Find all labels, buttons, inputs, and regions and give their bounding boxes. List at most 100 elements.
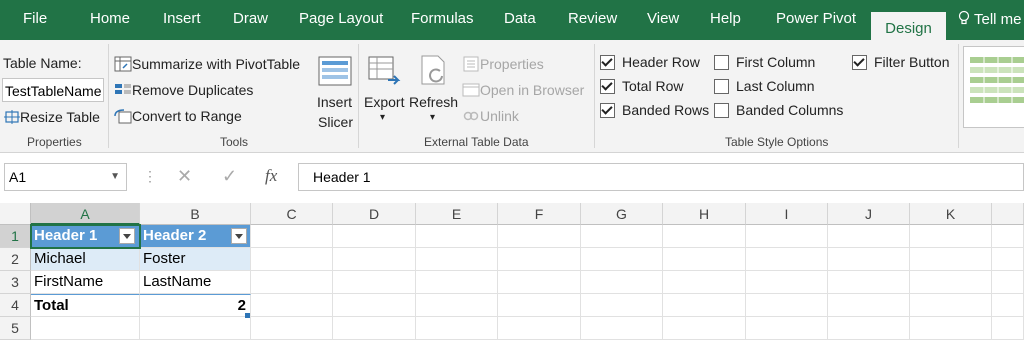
insert-slicer-icon[interactable]: [318, 56, 352, 86]
empty-cell[interactable]: [992, 225, 1024, 248]
tab-help[interactable]: Help: [710, 10, 741, 27]
export-dropdown-icon[interactable]: ▾: [380, 112, 385, 123]
empty-cell[interactable]: [251, 271, 333, 294]
empty-cell[interactable]: [746, 225, 828, 248]
properties-button[interactable]: Properties: [462, 56, 544, 72]
filter-dropdown-icon[interactable]: [119, 228, 135, 244]
empty-cell[interactable]: [746, 271, 828, 294]
row-header-4[interactable]: 4: [0, 294, 31, 317]
banded-columns-checkbox[interactable]: [714, 103, 729, 118]
empty-cell[interactable]: [333, 248, 416, 271]
empty-cell[interactable]: [828, 248, 910, 271]
empty-cell[interactable]: [333, 225, 416, 248]
table-name-input[interactable]: TestTableName: [2, 78, 104, 102]
empty-cell[interactable]: [581, 317, 663, 340]
export-button[interactable]: Export: [364, 94, 404, 110]
empty-cell[interactable]: [910, 225, 992, 248]
insert-slicer-label-1[interactable]: Insert: [317, 94, 352, 110]
row-header-3[interactable]: 3: [0, 271, 31, 294]
empty-cell[interactable]: [746, 248, 828, 271]
empty-cell[interactable]: [910, 317, 992, 340]
tab-design[interactable]: Design: [871, 12, 946, 40]
empty-cell[interactable]: [251, 317, 333, 340]
empty-cell[interactable]: [992, 248, 1024, 271]
tab-home[interactable]: Home: [90, 10, 130, 27]
empty-cell[interactable]: [663, 225, 746, 248]
column-header-k[interactable]: K: [910, 203, 992, 225]
table-cell[interactable]: Michael: [31, 248, 140, 271]
empty-cell[interactable]: [251, 294, 333, 317]
empty-cell[interactable]: [581, 225, 663, 248]
summarize-pivot-button[interactable]: Summarize with PivotTable: [114, 56, 300, 72]
tab-view[interactable]: View: [647, 10, 679, 27]
insert-function-button[interactable]: fx: [265, 166, 277, 186]
column-header-f[interactable]: F: [498, 203, 581, 225]
row-header-2[interactable]: 2: [0, 248, 31, 271]
empty-cell[interactable]: [663, 248, 746, 271]
enter-check-icon[interactable]: ✓: [222, 166, 237, 187]
insert-slicer-label-2[interactable]: Slicer: [318, 114, 353, 130]
table-header-cell[interactable]: Header 1: [31, 225, 140, 248]
empty-cell[interactable]: [416, 271, 498, 294]
refresh-dropdown-icon[interactable]: ▾: [430, 112, 435, 123]
empty-cell[interactable]: [581, 248, 663, 271]
column-header-j[interactable]: J: [828, 203, 910, 225]
empty-cell[interactable]: [416, 317, 498, 340]
empty-cell[interactable]: [416, 294, 498, 317]
table-styles-gallery[interactable]: [963, 46, 1024, 128]
total-row-value-cell[interactable]: 2: [140, 294, 251, 317]
empty-cell[interactable]: [31, 317, 140, 340]
total-row-label-cell[interactable]: Total: [31, 294, 140, 317]
tab-power-pivot[interactable]: Power Pivot: [776, 10, 856, 27]
empty-cell[interactable]: [746, 317, 828, 340]
column-header-e[interactable]: E: [416, 203, 498, 225]
empty-cell[interactable]: [333, 271, 416, 294]
total-row-label[interactable]: Total Row: [622, 78, 683, 94]
first-column-label[interactable]: First Column: [736, 54, 815, 70]
open-in-browser-button[interactable]: Open in Browser: [462, 82, 584, 98]
name-box[interactable]: A1 ▼: [4, 163, 127, 191]
more-options-icon[interactable]: ⋮: [143, 168, 157, 185]
refresh-button[interactable]: Refresh: [409, 94, 458, 110]
cancel-icon[interactable]: ✕: [177, 166, 192, 187]
tab-review[interactable]: Review: [568, 10, 617, 27]
empty-cell[interactable]: [828, 225, 910, 248]
table-cell[interactable]: FirstName: [31, 271, 140, 294]
empty-cell[interactable]: [251, 225, 333, 248]
tab-draw[interactable]: Draw: [233, 10, 268, 27]
empty-cell[interactable]: [416, 225, 498, 248]
tab-data[interactable]: Data: [504, 10, 536, 27]
empty-cell[interactable]: [251, 248, 333, 271]
column-header-c[interactable]: C: [251, 203, 333, 225]
convert-to-range-button[interactable]: Convert to Range: [114, 108, 242, 124]
tab-formulas[interactable]: Formulas: [411, 10, 474, 27]
empty-cell[interactable]: [498, 294, 581, 317]
tab-page-layout[interactable]: Page Layout: [299, 10, 383, 27]
row-header-1[interactable]: 1: [0, 225, 31, 248]
filter-button-label[interactable]: Filter Button: [874, 54, 949, 70]
empty-cell[interactable]: [992, 271, 1024, 294]
column-header-g[interactable]: G: [581, 203, 663, 225]
column-header-a[interactable]: A: [31, 203, 140, 225]
select-all-corner[interactable]: [0, 203, 31, 225]
formula-input[interactable]: Header 1: [298, 163, 1024, 191]
empty-cell[interactable]: [992, 317, 1024, 340]
empty-cell[interactable]: [498, 248, 581, 271]
table-cell[interactable]: LastName: [140, 271, 251, 294]
column-header-i[interactable]: I: [746, 203, 828, 225]
empty-cell[interactable]: [663, 294, 746, 317]
last-column-label[interactable]: Last Column: [736, 78, 815, 94]
empty-cell[interactable]: [140, 317, 251, 340]
empty-cell[interactable]: [663, 271, 746, 294]
empty-cell[interactable]: [828, 271, 910, 294]
banded-columns-label[interactable]: Banded Columns: [736, 102, 843, 118]
table-resize-handle[interactable]: [245, 313, 250, 318]
column-header-h[interactable]: H: [663, 203, 746, 225]
empty-cell[interactable]: [333, 317, 416, 340]
empty-cell[interactable]: [498, 225, 581, 248]
banded-rows-label[interactable]: Banded Rows: [622, 102, 709, 118]
empty-cell[interactable]: [333, 294, 416, 317]
refresh-icon[interactable]: [418, 54, 454, 88]
row-header-5[interactable]: 5: [0, 317, 31, 340]
empty-cell[interactable]: [910, 294, 992, 317]
